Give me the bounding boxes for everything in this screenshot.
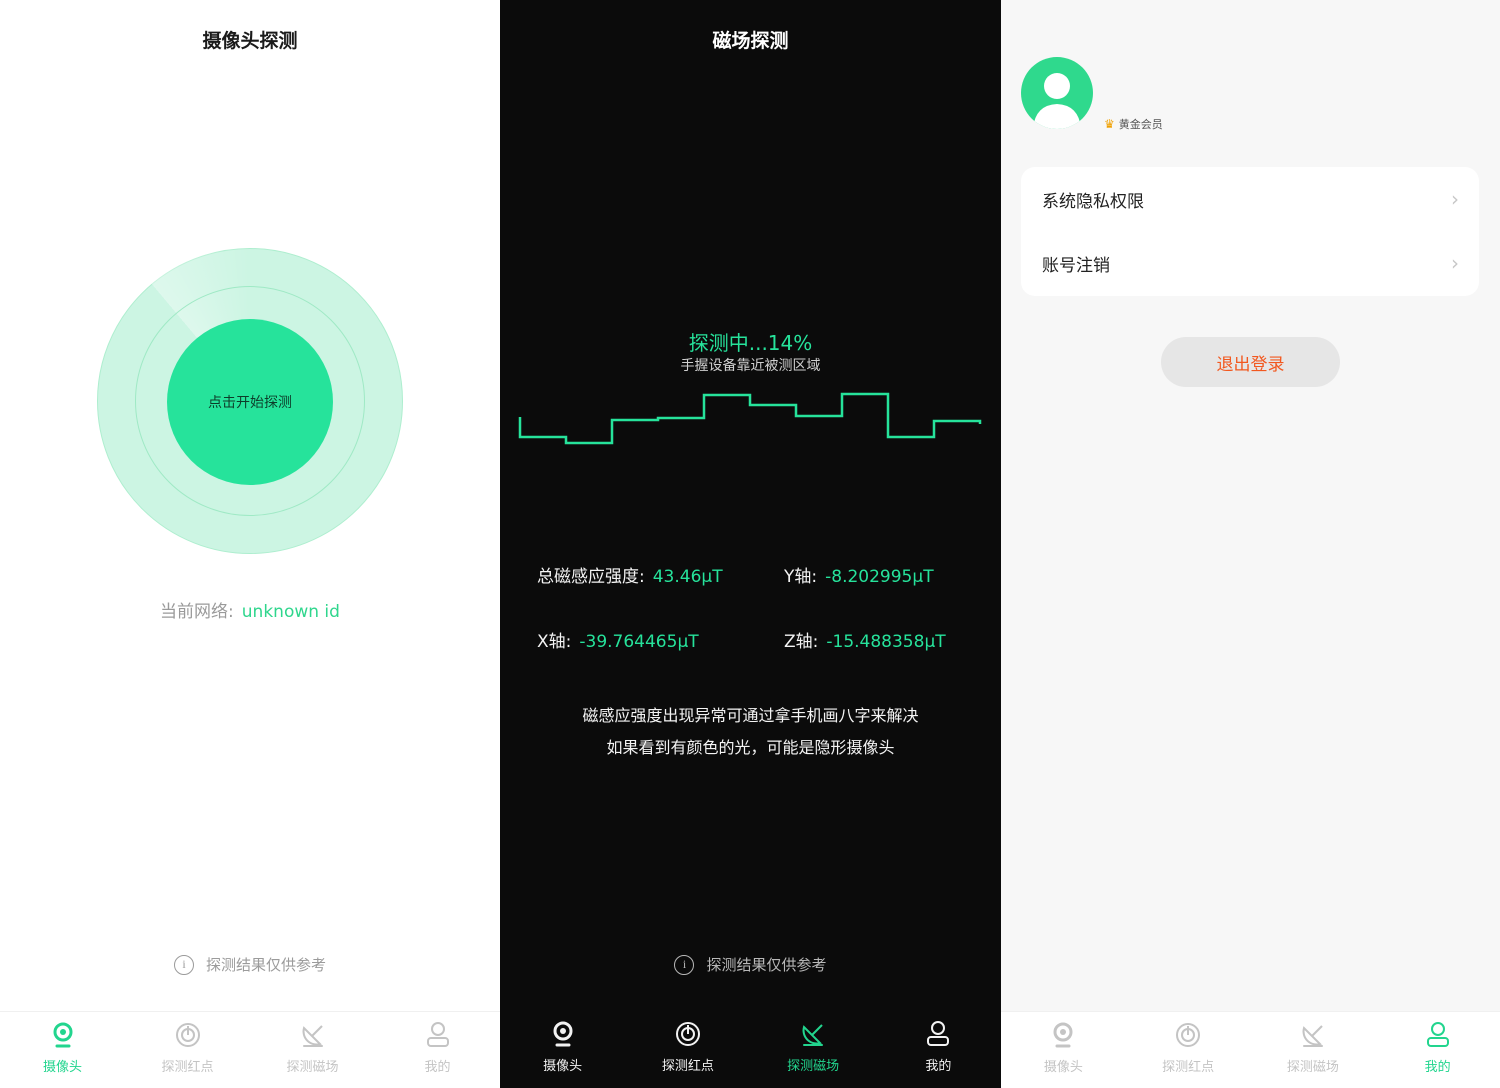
tab-label: 摄像头 [42,1060,82,1075]
tab-mine[interactable]: 我的 [1375,1012,1500,1088]
disclaimer: i 探测结果仅供参考 [500,954,1001,975]
disclaimer: i 探测结果仅供参考 [0,954,500,975]
satellite-dish-icon [302,1025,323,1047]
y-axis-label: Y轴: [784,567,818,587]
tab-camera[interactable]: 摄像头 [500,1011,625,1088]
member-level: 黄金会员 [1118,118,1163,131]
detect-progress: 探测中...14% [688,331,813,355]
tab-label: 探测磁场 [286,1060,339,1075]
chevron-right-icon: › [1451,187,1459,211]
camera-icon [53,1022,72,1048]
menu-item-label: 系统隐私权限 [1042,191,1144,212]
tab-label: 探测磁场 [1286,1060,1339,1075]
logout-button[interactable]: 退出登录 [1161,337,1340,387]
crown-icon: ♛ [1104,117,1115,131]
settings-menu: 系统隐私权限 › 账号注销 › [1021,167,1479,296]
member-badge: ♛ 黄金会员 [1104,116,1163,132]
start-detect-button[interactable]: 点击开始探测 [167,319,333,485]
tab-label: 我的 [1424,1060,1451,1075]
magnetic-detect-screen: 磁场探测 探测中...14% 手握设备靠近被测区域 总磁感应强度: 43.46μT… [500,0,1001,1088]
bottom-tab-bar: 摄像头 探测红点 探测磁场 我的 [1001,1011,1500,1088]
total-field-reading: 总磁感应强度: 43.46μT [537,562,723,587]
radar-icon [675,1022,700,1046]
detect-hint: 手握设备靠近被测区域 [680,358,821,374]
user-icon [927,1021,950,1046]
total-field-label: 总磁感应强度: [537,567,645,587]
camera-detect-screen: 摄像头探测 点击开始探测 当前网络: unknown id i 探测结果仅供参考 … [0,0,500,1088]
bottom-tab-bar: 摄像头 探测红点 探测磁场 我的 [0,1011,500,1088]
z-axis-value: -15.488358μT [826,632,946,652]
network-info: 当前网络: unknown id [0,597,500,622]
tab-red-dot[interactable]: 探测红点 [125,1012,250,1088]
total-field-value: 43.46μT [652,567,723,587]
tab-label: 摄像头 [1043,1060,1083,1075]
user-avatar-icon [1033,73,1081,129]
tab-label: 探测红点 [661,1059,714,1074]
tab-label: 摄像头 [543,1059,583,1074]
tab-label: 我的 [925,1059,952,1074]
user-icon [426,1022,449,1047]
bottom-tab-bar: 摄像头 探测红点 探测磁场 我的 [500,1011,1001,1088]
network-value: unknown id [241,602,340,622]
camera-icon [1053,1022,1073,1048]
menu-item-delete-account[interactable]: 账号注销 › [1021,231,1479,295]
radar-icon [1176,1023,1201,1047]
x-axis-reading: X轴: -39.764465μT [537,627,699,652]
menu-item-privacy[interactable]: 系统隐私权限 › [1021,167,1479,231]
tab-camera[interactable]: 摄像头 [1001,1012,1126,1088]
info-icon: i [173,954,194,975]
tab-red-dot[interactable]: 探测红点 [1126,1012,1251,1088]
radar-icon [175,1023,200,1047]
satellite-dish-icon [1302,1025,1323,1047]
x-axis-value: -39.764465μT [579,632,699,652]
menu-item-label: 账号注销 [1042,255,1110,276]
hidden-camera-note: 如果看到有颜色的光，可能是隐形摄像头 [606,738,895,757]
tab-magnetic[interactable]: 探测磁场 [751,1011,876,1088]
tab-red-dot[interactable]: 探测红点 [625,1011,750,1088]
satellite-dish-icon [802,1024,824,1046]
magnetic-waveform [518,392,982,445]
network-label: 当前网络: [160,602,234,622]
camera-icon [553,1021,573,1047]
tab-label: 探测红点 [161,1060,214,1075]
user-icon [1426,1022,1449,1047]
tab-magnetic[interactable]: 探测磁场 [250,1012,375,1088]
avatar[interactable] [1021,57,1093,129]
tab-camera[interactable]: 摄像头 [0,1012,125,1088]
tab-label: 我的 [424,1060,451,1075]
disclaimer-text: 探测结果仅供参考 [706,956,827,974]
page-title: 摄像头探测 [202,30,298,52]
tab-magnetic[interactable]: 探测磁场 [1251,1012,1376,1088]
z-axis-label: Z轴: [784,632,819,652]
disclaimer-text: 探测结果仅供参考 [205,956,326,974]
tab-label: 探测红点 [1162,1060,1215,1075]
y-axis-reading: Y轴: -8.202995μT [784,562,934,587]
tab-mine[interactable]: 我的 [375,1012,500,1088]
chevron-right-icon: › [1451,251,1459,275]
profile-screen: ♛ 黄金会员 系统隐私权限 › 账号注销 › 退出登录 摄像头 探测红点 探测磁… [1001,0,1500,1088]
x-axis-label: X轴: [537,632,572,652]
y-axis-value: -8.202995μT [825,567,934,587]
z-axis-reading: Z轴: -15.488358μT [784,627,946,652]
tab-mine[interactable]: 我的 [876,1011,1001,1088]
page-title: 磁场探测 [712,30,789,52]
tab-label: 探测磁场 [787,1059,840,1074]
calibration-note: 磁感应强度出现异常可通过拿手机画八字来解决 [582,706,919,725]
info-icon: i [674,954,695,975]
